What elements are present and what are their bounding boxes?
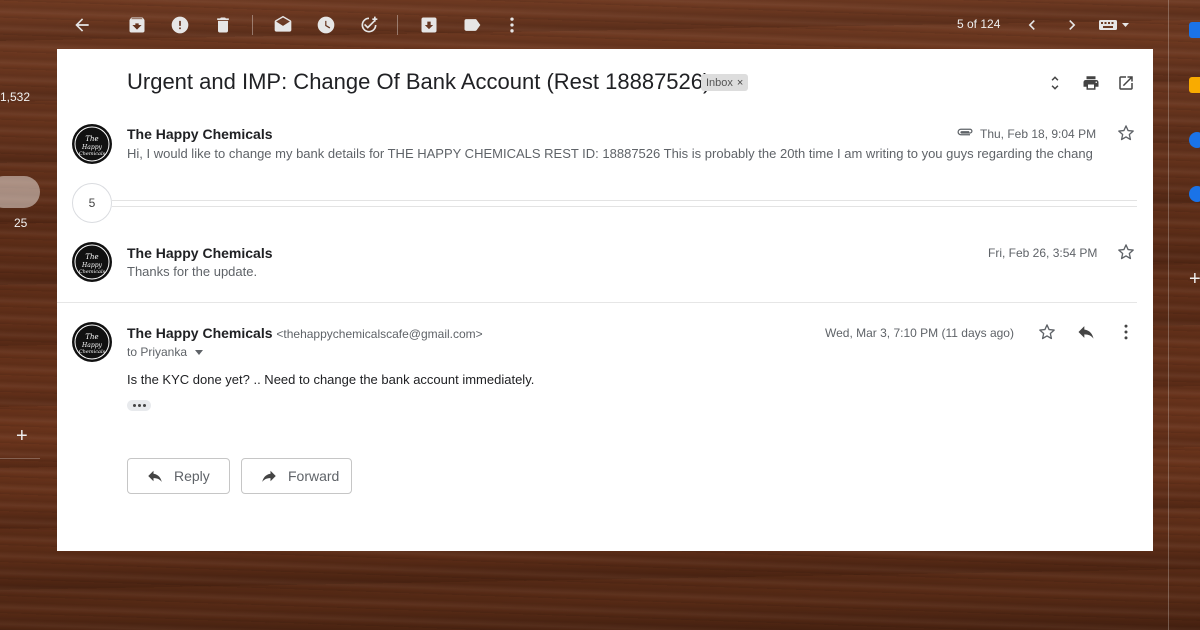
reply-button-label: Reply	[174, 468, 210, 484]
email-subject: Urgent and IMP: Change Of Bank Account (…	[127, 69, 711, 94]
add-label-icon[interactable]: +	[16, 425, 28, 448]
message-body: Is the KYC done yet? .. Need to change t…	[127, 372, 535, 387]
snooze-icon[interactable]	[315, 14, 337, 36]
star-icon[interactable]	[1116, 242, 1136, 262]
collapsed-messages-count[interactable]: 5	[72, 183, 112, 223]
pagination-count: 5 of 124	[957, 17, 1001, 31]
print-icon[interactable]	[1081, 73, 1101, 93]
sidebar-active-item[interactable]	[0, 176, 40, 208]
svg-text:Chemicals: Chemicals	[79, 349, 106, 355]
svg-text:The: The	[85, 135, 98, 143]
sidebar-divider	[0, 458, 40, 459]
recipient-text: to Priyanka	[127, 345, 188, 359]
sidebar-item-count: 25	[14, 216, 28, 230]
sender-name[interactable]: The Happy Chemicals	[127, 245, 273, 261]
back-arrow-icon[interactable]	[71, 14, 93, 36]
remove-label-icon[interactable]: ×	[737, 77, 743, 89]
sender-name-text: The Happy Chemicals	[127, 325, 273, 341]
svg-text:Chemicals: Chemicals	[79, 269, 106, 275]
open-in-new-window-icon[interactable]	[1116, 73, 1136, 93]
forward-icon	[262, 470, 276, 482]
svg-text:Chemicals: Chemicals	[79, 151, 106, 157]
collapsed-divider	[112, 206, 1137, 207]
keyboard-icon[interactable]	[1097, 14, 1131, 36]
svg-text:Happy: Happy	[81, 144, 102, 151]
recipient-line: to Priyanka	[127, 345, 204, 359]
star-icon[interactable]	[1116, 123, 1136, 143]
sender-name[interactable]: The Happy Chemicals <thehappychemicalsca…	[127, 325, 483, 341]
add-task-icon[interactable]	[358, 14, 380, 36]
message-date: Thu, Feb 18, 9:04 PM	[980, 127, 1097, 141]
calendar-icon[interactable]	[1189, 22, 1200, 38]
more-vert-icon[interactable]	[501, 14, 523, 36]
attachment-icon	[955, 125, 975, 139]
label-icon[interactable]	[461, 14, 483, 36]
side-panel: +	[1168, 0, 1200, 630]
collapsed-divider	[112, 200, 1137, 201]
svg-text:Happy: Happy	[81, 262, 102, 269]
sender-avatar: The Happy Chemicals	[72, 242, 112, 282]
chevron-left-icon[interactable]	[1021, 14, 1043, 36]
toolbar-separator	[397, 15, 398, 35]
toolbar-separator	[252, 15, 253, 35]
reply-icon[interactable]	[1076, 322, 1096, 342]
delete-icon[interactable]	[212, 14, 234, 36]
message-date: Fri, Feb 26, 3:54 PM	[988, 246, 1098, 260]
keep-icon[interactable]	[1189, 77, 1200, 93]
mark-unread-icon[interactable]	[272, 14, 294, 36]
contacts-icon[interactable]	[1189, 186, 1200, 202]
message-date: Wed, Mar 3, 7:10 PM (11 days ago)	[825, 326, 1014, 340]
forward-button[interactable]: Forward	[241, 458, 352, 494]
sidebar-inbox-count: 1,532	[0, 90, 31, 104]
sender-avatar: The Happy Chemicals	[72, 124, 112, 164]
add-addon-icon[interactable]: +	[1189, 268, 1200, 291]
move-to-icon[interactable]	[418, 14, 440, 36]
email-thread-card: Urgent and IMP: Change Of Bank Account (…	[57, 49, 1153, 551]
message-snippet[interactable]: Thanks for the update.	[127, 264, 257, 279]
archive-icon[interactable]	[126, 14, 148, 36]
show-trimmed-content-button[interactable]	[127, 400, 151, 411]
show-details-icon[interactable]	[195, 349, 204, 355]
label-text: Inbox	[706, 76, 733, 89]
report-spam-icon[interactable]	[169, 14, 191, 36]
svg-text:Happy: Happy	[81, 342, 102, 349]
tasks-icon[interactable]	[1189, 132, 1200, 148]
sender-name[interactable]: The Happy Chemicals	[127, 126, 273, 142]
chevron-right-icon[interactable]	[1061, 14, 1083, 36]
svg-text:The: The	[85, 253, 98, 261]
sender-email: <thehappychemicalscafe@gmail.com>	[276, 327, 483, 341]
message-divider	[57, 302, 1137, 303]
forward-button-label: Forward	[288, 468, 340, 484]
expand-all-icon[interactable]	[1045, 73, 1065, 93]
sender-avatar: The Happy Chemicals	[72, 322, 112, 362]
more-vert-icon[interactable]	[1116, 322, 1136, 342]
message-snippet[interactable]: Hi, I would like to change my bank detai…	[127, 146, 1112, 161]
toolbar: 5 of 124	[0, 0, 1160, 50]
reply-button[interactable]: Reply	[127, 458, 230, 494]
reply-icon	[148, 470, 162, 482]
star-icon[interactable]	[1037, 322, 1057, 342]
svg-text:The: The	[85, 333, 98, 341]
inbox-label-chip[interactable]: Inbox ×	[701, 74, 749, 91]
